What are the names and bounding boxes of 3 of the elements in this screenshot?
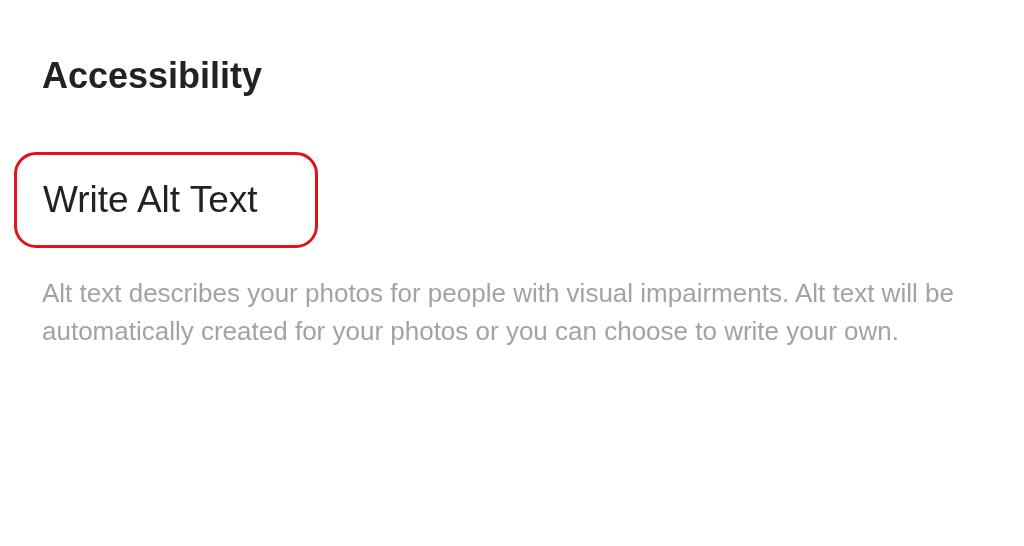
write-alt-text-option[interactable]: Write Alt Text — [14, 152, 318, 248]
description-text: Alt text describes your photos for people with visual impairments. Alt text will be automatically created for your photos or you can choose to write your own. — [42, 277, 955, 348]
section-title: Accessibility — [42, 54, 264, 98]
